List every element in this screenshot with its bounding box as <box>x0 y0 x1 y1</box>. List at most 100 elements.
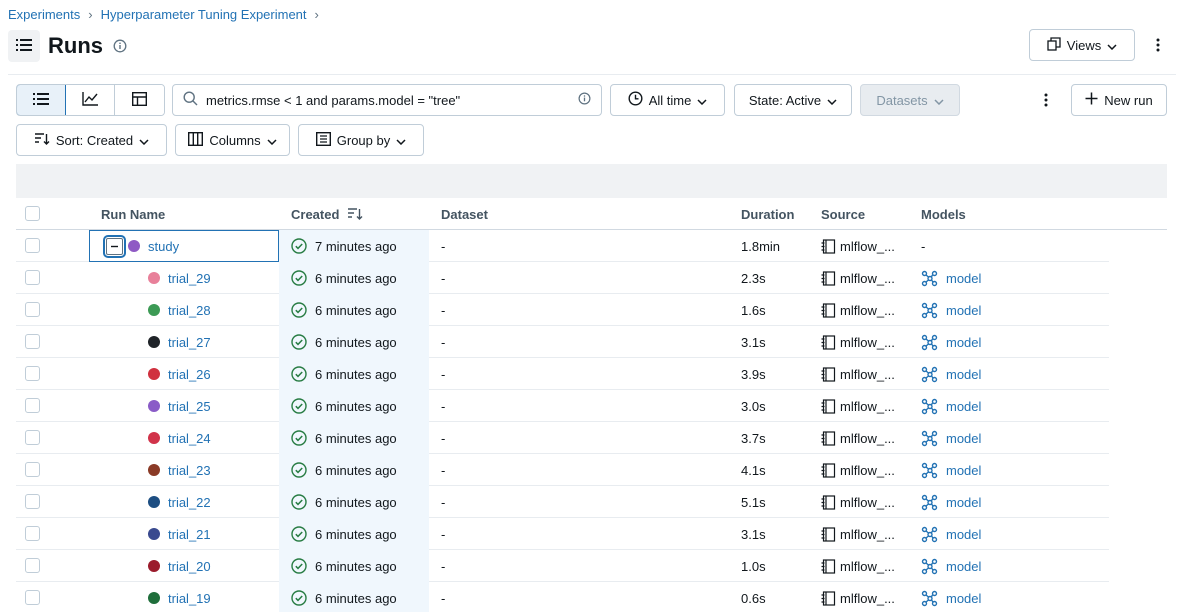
breadcrumb-experiments[interactable]: Experiments <box>8 7 80 22</box>
check-circle-icon <box>291 494 307 510</box>
table-view-button[interactable] <box>115 85 164 115</box>
collapse-icon[interactable] <box>103 234 126 258</box>
models-cell: model <box>921 518 981 550</box>
duration-cell: 3.7s <box>741 430 766 446</box>
source-cell[interactable]: mlflow_... <box>821 358 895 390</box>
model-link[interactable]: model <box>946 591 981 606</box>
table-row[interactable]: trial_27 6 minutes ago - 3.1s mlflow_... mode… <box>16 326 1109 358</box>
notebook-icon <box>821 430 836 446</box>
created-text: 6 minutes ago <box>315 366 397 382</box>
model-link[interactable]: model <box>946 463 981 478</box>
model-link[interactable]: model <box>946 271 981 286</box>
row-checkbox[interactable] <box>25 590 40 605</box>
run-name-link[interactable]: trial_22 <box>168 495 211 510</box>
run-name-link[interactable]: trial_23 <box>168 463 211 478</box>
column-header-source[interactable]: Source <box>821 198 865 230</box>
chart-view-button[interactable] <box>66 85 115 115</box>
created-cell: 6 minutes ago <box>291 358 397 390</box>
source-cell[interactable]: mlflow_... <box>821 262 895 294</box>
column-header-created[interactable]: Created <box>291 198 363 230</box>
table-row[interactable]: trial_28 6 minutes ago - 1.6s mlflow_... mode… <box>16 294 1109 326</box>
model-link[interactable]: model <box>946 303 981 318</box>
source-cell[interactable]: mlflow_... <box>821 518 895 550</box>
run-name-link[interactable]: trial_28 <box>168 303 211 318</box>
row-checkbox[interactable] <box>25 462 40 477</box>
column-header-models[interactable]: Models <box>921 198 966 230</box>
table-row[interactable]: trial_23 6 minutes ago - 4.1s mlflow_... mode… <box>16 454 1109 486</box>
columns-dropdown[interactable]: Columns <box>175 124 290 156</box>
run-name-link[interactable]: trial_27 <box>168 335 211 350</box>
model-link[interactable]: model <box>946 495 981 510</box>
sort-label: Sort: Created <box>55 132 134 148</box>
model-link[interactable]: model <box>946 335 981 350</box>
info-icon[interactable] <box>113 39 127 53</box>
table-row[interactable]: trial_26 6 minutes ago - 3.9s mlflow_... mode… <box>16 358 1109 390</box>
group-by-dropdown[interactable]: Group by <box>298 124 424 156</box>
source-cell[interactable]: mlflow_... <box>821 454 895 486</box>
row-checkbox[interactable] <box>25 366 40 381</box>
run-name-link[interactable]: trial_20 <box>168 559 211 574</box>
table-row[interactable]: trial_22 6 minutes ago - 5.1s mlflow_... mode… <box>16 486 1109 518</box>
table-row[interactable]: trial_24 6 minutes ago - 3.7s mlflow_... mode… <box>16 422 1109 454</box>
row-checkbox[interactable] <box>25 494 40 509</box>
run-name-link[interactable]: trial_25 <box>168 399 211 414</box>
table-row[interactable]: trial_25 6 minutes ago - 3.0s mlflow_... mode… <box>16 390 1109 422</box>
models-cell: model <box>921 486 981 518</box>
row-checkbox[interactable] <box>25 430 40 445</box>
views-button[interactable]: Views <box>1029 29 1135 61</box>
row-checkbox[interactable] <box>25 526 40 541</box>
sort-dropdown[interactable]: Sort: Created <box>16 124 167 156</box>
new-run-button[interactable]: New run <box>1071 84 1167 116</box>
run-color-dot <box>148 304 160 316</box>
toolbar-kebab-icon[interactable] <box>1038 92 1054 108</box>
model-link[interactable]: model <box>946 399 981 414</box>
sidebar-toggle-button[interactable] <box>8 30 40 62</box>
run-color-dot <box>148 560 160 572</box>
source-cell[interactable]: mlflow_... <box>821 582 895 612</box>
table-row[interactable]: trial_29 6 minutes ago - 2.3s mlflow_... mode… <box>16 262 1109 294</box>
time-filter-dropdown[interactable]: All time <box>610 84 725 116</box>
search-box[interactable] <box>172 84 602 116</box>
run-name-link[interactable]: trial_26 <box>168 367 211 382</box>
source-cell[interactable]: mlflow_... <box>821 486 895 518</box>
menu-icon <box>16 38 32 55</box>
search-input[interactable] <box>206 92 570 108</box>
datasets-dropdown[interactable]: Datasets <box>860 84 960 116</box>
source-cell[interactable]: mlflow_... <box>821 390 895 422</box>
run-name-link[interactable]: trial_19 <box>168 591 211 606</box>
model-link[interactable]: model <box>946 527 981 542</box>
row-checkbox[interactable] <box>25 302 40 317</box>
table-row-parent[interactable]: study 7 minutes ago - 1.8min mlflow_... - <box>16 230 1109 262</box>
source-cell[interactable]: mlflow_... <box>821 550 895 582</box>
source-cell[interactable]: mlflow_... <box>821 294 895 326</box>
model-link[interactable]: model <box>946 431 981 446</box>
table-row[interactable]: trial_20 6 minutes ago - 1.0s mlflow_... mode… <box>16 550 1109 582</box>
state-filter-dropdown[interactable]: State: Active <box>734 84 852 116</box>
column-header-duration[interactable]: Duration <box>741 198 794 230</box>
row-checkbox[interactable] <box>25 334 40 349</box>
table-row[interactable]: trial_21 6 minutes ago - 3.1s mlflow_... mode… <box>16 518 1109 550</box>
source-cell[interactable]: mlflow_... <box>821 422 895 454</box>
model-link[interactable]: model <box>946 367 981 382</box>
source-cell[interactable]: mlflow_... <box>821 326 895 358</box>
row-checkbox[interactable] <box>25 558 40 573</box>
row-checkbox[interactable] <box>25 398 40 413</box>
list-view-button[interactable] <box>17 85 66 115</box>
table-group-header <box>16 164 1167 198</box>
check-circle-icon <box>291 270 307 286</box>
run-name-link[interactable]: trial_24 <box>168 431 211 446</box>
source-cell[interactable]: mlflow_... <box>821 230 895 262</box>
column-header-dataset[interactable]: Dataset <box>441 198 488 230</box>
row-checkbox[interactable] <box>25 238 40 253</box>
run-name-link[interactable]: trial_21 <box>168 527 211 542</box>
run-name-link[interactable]: trial_29 <box>168 271 211 286</box>
model-link[interactable]: model <box>946 559 981 574</box>
run-name-link[interactable]: study <box>148 239 179 254</box>
page-kebab-icon[interactable] <box>1150 37 1166 53</box>
breadcrumb-experiment[interactable]: Hyperparameter Tuning Experiment <box>101 7 307 22</box>
table-row[interactable]: trial_19 6 minutes ago - 0.6s mlflow_... mode… <box>16 582 1109 612</box>
select-all-checkbox[interactable] <box>25 206 40 221</box>
search-info-icon[interactable] <box>578 92 591 108</box>
row-checkbox[interactable] <box>25 270 40 285</box>
column-header-run-name[interactable]: Run Name <box>101 198 165 230</box>
